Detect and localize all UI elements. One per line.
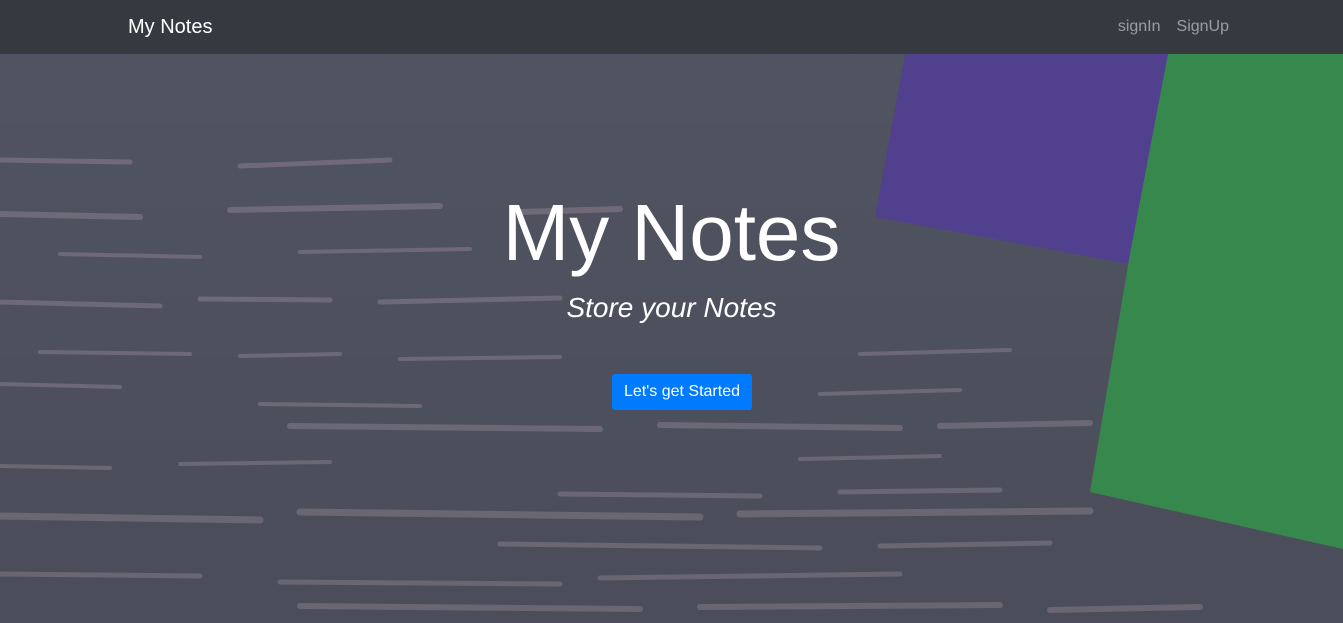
background-image xyxy=(0,54,1343,623)
hero-subtitle: Store your Notes xyxy=(566,292,777,323)
hero-section: My Notes Store your Notes Let's get Star… xyxy=(0,54,1343,623)
nav-link-signup[interactable]: SignUp xyxy=(1177,16,1229,38)
nav-links: signIn SignUp xyxy=(1118,16,1229,38)
nav-link-signin[interactable]: signIn xyxy=(1118,16,1161,38)
get-started-button[interactable]: Let's get Started xyxy=(612,374,752,410)
hero-title: My Notes xyxy=(502,188,841,277)
brand-link[interactable]: My Notes xyxy=(128,14,212,40)
top-navbar: My Notes signIn SignUp xyxy=(0,0,1343,54)
